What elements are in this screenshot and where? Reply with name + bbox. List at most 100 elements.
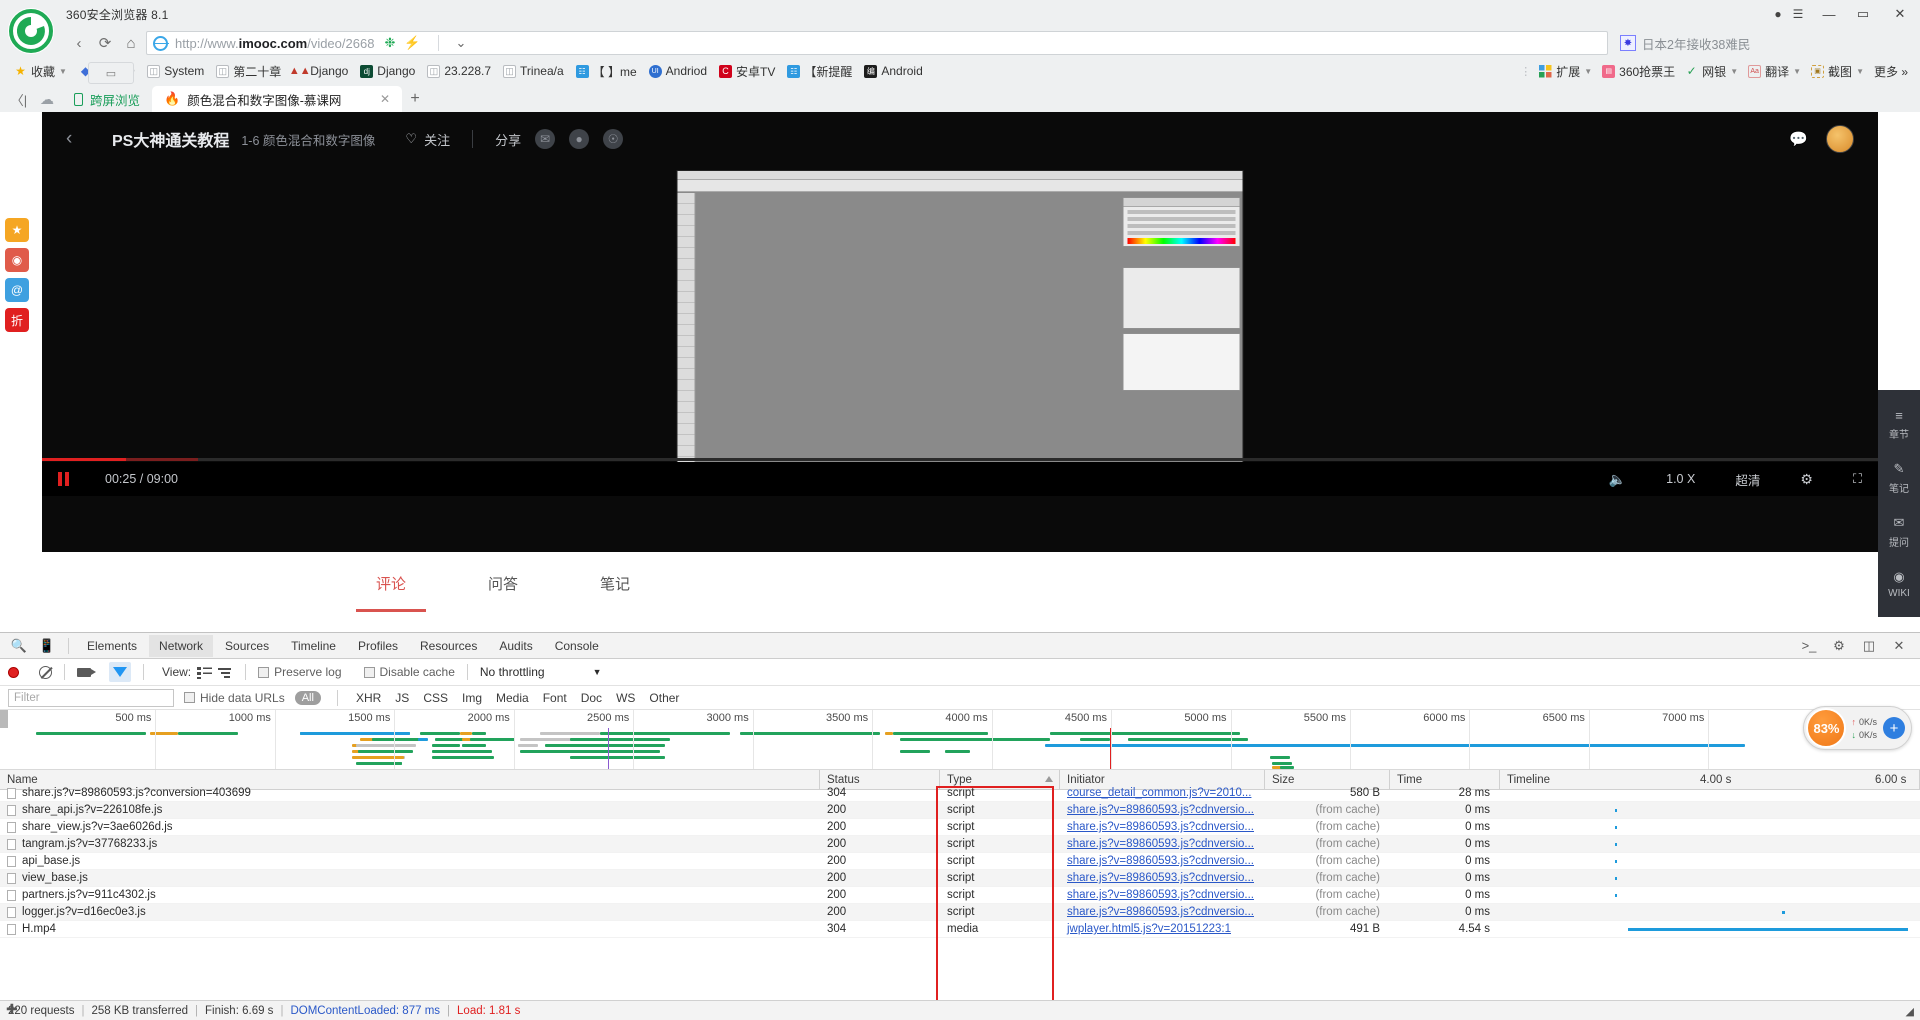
user-account-icon[interactable]: ● (1768, 7, 1788, 21)
star-rail-icon[interactable]: ★ (5, 218, 29, 242)
filter-type-other[interactable]: Other (647, 691, 681, 705)
tab-comments[interactable]: 评论 (355, 555, 427, 612)
home-icon[interactable]: ⌂ (118, 31, 144, 55)
address-bar[interactable]: http://www.imooc.com/video/2668 ❉ ⚡ ⌄ (146, 31, 1608, 55)
bookmark-item[interactable]: dj Django (354, 63, 421, 79)
request-name[interactable]: share_view.js?v=3ae6026d.js (22, 821, 173, 833)
record-icon[interactable] (8, 666, 19, 678)
table-row[interactable]: logger.js?v=d16ec0e3.js 200 script share.js… (0, 904, 1920, 921)
dock-icon[interactable]: ◫ (1856, 635, 1882, 657)
window-menu-icon[interactable]: ☰ (1788, 7, 1808, 21)
bookmark-item[interactable]: ◫ 第二十章 (210, 62, 287, 81)
column-header-name[interactable]: Name (0, 769, 820, 790)
request-name[interactable]: api_base.js (22, 855, 80, 867)
comment-icon[interactable]: 💬 (1789, 130, 1808, 148)
resize-arrow-icon[interactable]: ◢ (1906, 1005, 1914, 1018)
initiator-link[interactable]: share.js?v=89860593.js?cdnversio... (1067, 855, 1254, 867)
plugin-icon[interactable]: ❉ (384, 35, 395, 51)
tab-console[interactable]: Console (545, 635, 609, 657)
bookmark-item[interactable]: C 安卓TV (713, 62, 781, 81)
device-toolbar-icon[interactable]: 📱 (34, 635, 60, 657)
filter-type-all[interactable]: All (294, 690, 321, 705)
sidebar-item-notes[interactable]: ✎ 笔记 (1889, 451, 1909, 505)
network-request-list[interactable]: share.js?v=89860593.js?conversion=403699… (0, 785, 1920, 938)
toolbar-screenshot[interactable]: ▣ 截图 ▼ (1807, 62, 1868, 81)
network-overview-timeline[interactable]: 500 ms 1000 ms 1500 ms 2000 ms 2500 ms 3000 m… (0, 710, 1920, 770)
disable-cache-checkbox[interactable]: Disable cache (363, 665, 455, 679)
bookmark-item[interactable]: ◫ Trinea/a (497, 63, 570, 79)
column-header-size[interactable]: Size (1265, 769, 1390, 790)
throttling-select[interactable]: No throttling ▼ (480, 665, 602, 679)
lightning-icon[interactable]: ⚡ (404, 35, 420, 51)
filter-type-media[interactable]: Media (494, 691, 531, 705)
view-waterfall-icon[interactable] (218, 666, 233, 679)
minimize-button[interactable]: — (1812, 7, 1846, 22)
sidebar-item-wiki[interactable]: ◉ WIKI (1888, 559, 1910, 609)
tab-imooc-video[interactable]: 🔥 颜色混合和数字图像-慕课网 ✕ (152, 86, 403, 112)
filter-type-xhr[interactable]: XHR (354, 691, 383, 705)
table-row[interactable]: partners.js?v=911c4302.js 200 script share.… (0, 887, 1920, 904)
search-icon[interactable]: 🔍 (6, 635, 32, 657)
filter-type-img[interactable]: Img (460, 691, 484, 705)
tab-elements[interactable]: Elements (77, 635, 147, 657)
request-name[interactable]: H.mp4 (22, 923, 56, 935)
camera-icon[interactable] (77, 667, 96, 677)
avatar[interactable] (1826, 125, 1854, 153)
progress-bar[interactable] (42, 458, 1878, 461)
back-icon[interactable]: ‹ (66, 31, 92, 55)
tab-resources[interactable]: Resources (410, 635, 487, 657)
filter-type-css[interactable]: CSS (421, 691, 450, 705)
cloud-icon[interactable]: ☁ (32, 86, 62, 112)
tab-list-back-icon[interactable]: 〈| (6, 86, 32, 112)
chevron-down-icon[interactable]: ▼ (59, 67, 67, 76)
bookmark-item[interactable]: UI Andriod (643, 63, 713, 79)
qq-icon[interactable]: ● (569, 129, 590, 149)
table-row[interactable]: api_base.js 200 script share.js?v=89860593.… (0, 853, 1920, 870)
cpu-usage-badge[interactable]: 83% (1806, 708, 1847, 748)
initiator-link[interactable]: share.js?v=89860593.js?cdnversio... (1067, 838, 1254, 850)
discount-rail-icon[interactable]: 折 (5, 308, 29, 332)
sidebar-item-chapters[interactable]: ≡ 章节 (1889, 398, 1909, 451)
tab-timeline[interactable]: Timeline (281, 635, 346, 657)
clear-icon[interactable] (39, 665, 52, 679)
table-row[interactable]: share_view.js?v=3ae6026d.js 200 script shar… (0, 819, 1920, 836)
chevron-down-icon[interactable]: ▼ (1584, 67, 1592, 76)
initiator-link[interactable]: share.js?v=89860593.js?cdnversio... (1067, 906, 1254, 918)
table-row[interactable]: share_api.js?v=226108fe.js 200 script share… (0, 802, 1920, 819)
filter-type-js[interactable]: JS (393, 691, 411, 705)
tab-sources[interactable]: Sources (215, 635, 279, 657)
request-name[interactable]: tangram.js?v=37768233.js (22, 838, 157, 850)
maximize-button[interactable]: ▭ (1846, 6, 1880, 22)
table-row[interactable]: view_base.js 200 script share.js?v=89860593… (0, 870, 1920, 887)
request-name[interactable]: share_api.js?v=226108fe.js (22, 804, 162, 816)
bookmark-favorites[interactable]: ★ 收藏 ▼ (8, 62, 73, 81)
close-icon[interactable]: ✕ (1886, 635, 1912, 657)
search-input[interactable]: ✸ 日本2年接收38难民 (1614, 31, 1914, 55)
request-name[interactable]: view_base.js (22, 872, 88, 884)
volume-icon[interactable]: 🔈 (1609, 471, 1626, 488)
column-header-time[interactable]: Time (1390, 769, 1500, 790)
video-stage[interactable]: 慕课网 00:25 / 09:00 🔈 1.0 X 超清 ⚙ ⛶ (42, 166, 1878, 496)
tab-close-icon[interactable]: ✕ (380, 92, 390, 106)
new-tab-button[interactable]: + (402, 86, 428, 112)
table-row[interactable]: H.mp4 304 media jwplayer.html5.js?v=2015122… (0, 921, 1920, 938)
tab-profiles[interactable]: Profiles (348, 635, 408, 657)
bookmark-item[interactable]: ▲▲ Django (287, 63, 354, 79)
toolbar-more[interactable]: 更多 » (1870, 62, 1912, 81)
initiator-link[interactable]: jwplayer.html5.js?v=20151223:1 (1067, 923, 1231, 935)
bookmark-item[interactable]: ☷ 【 】me (570, 62, 643, 81)
chevron-down-icon[interactable]: ▼ (1856, 67, 1864, 76)
gear-icon[interactable]: ⚙ (1800, 471, 1813, 488)
bookmark-item[interactable]: ◫ System (141, 63, 210, 79)
funnel-icon[interactable] (109, 662, 131, 682)
initiator-link[interactable]: share.js?v=89860593.js?cdnversio... (1067, 889, 1254, 901)
settings-gear-icon[interactable]: ⚙ (1826, 635, 1852, 657)
back-icon[interactable]: ‹ (66, 128, 112, 150)
weibo-icon[interactable]: ☉ (603, 129, 624, 149)
bookmark-item[interactable]: ☷ 【新提醒 (781, 62, 858, 81)
chevron-down-icon[interactable]: ▼ (1730, 67, 1738, 76)
tab-cross-screen[interactable]: 跨屏浏览 (62, 86, 152, 112)
mail-rail-icon[interactable]: @ (5, 278, 29, 302)
filter-input[interactable]: Filter (8, 688, 174, 707)
wechat-icon[interactable]: ✉ (535, 129, 556, 149)
